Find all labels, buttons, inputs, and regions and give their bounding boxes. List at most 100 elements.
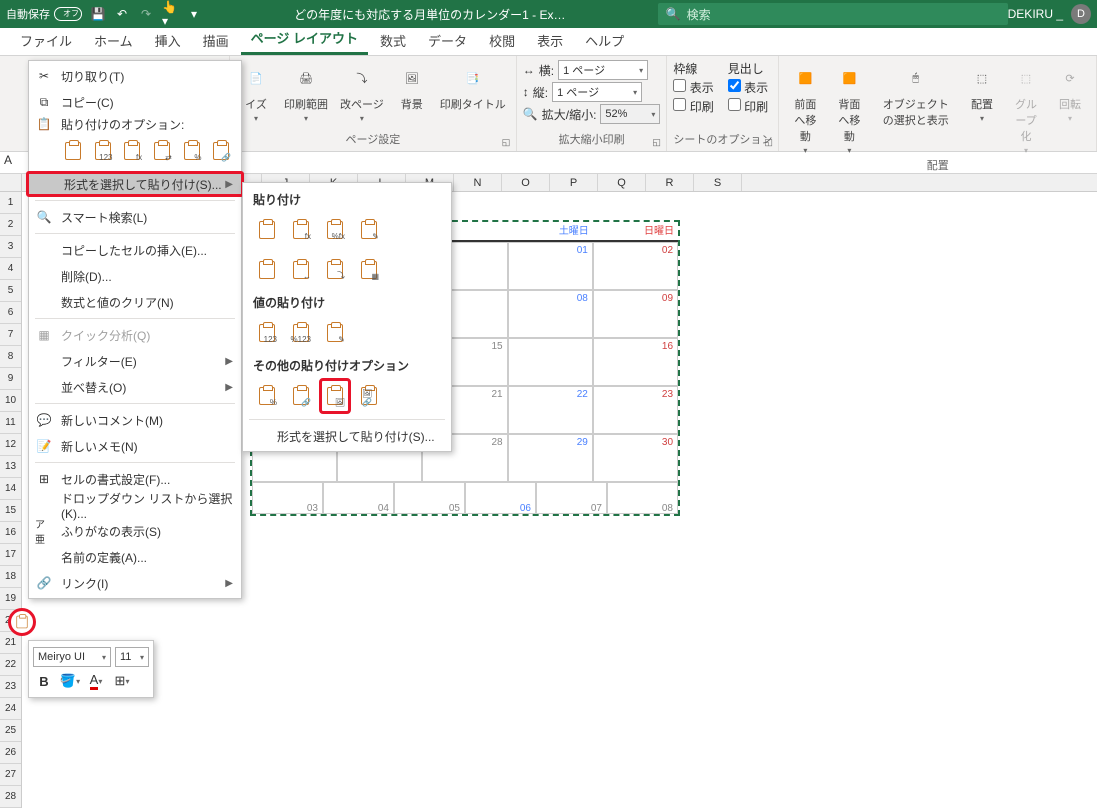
- paste-formatting-icon[interactable]: %: [180, 137, 204, 165]
- row-header[interactable]: 22: [0, 654, 21, 676]
- avatar[interactable]: D: [1071, 4, 1091, 24]
- size-button[interactable]: 📄イズ▾: [236, 60, 276, 131]
- paste-no-borders-icon[interactable]: [253, 254, 281, 286]
- paste-link-icon[interactable]: 🔗: [287, 380, 315, 412]
- paste-values-icon[interactable]: 123: [253, 317, 281, 349]
- row-header[interactable]: 23: [0, 676, 21, 698]
- calendar-cell[interactable]: [508, 338, 593, 386]
- new-comment-menuitem[interactable]: 💬新しいコメント(M): [29, 407, 241, 433]
- page-setup-launcher-icon[interactable]: ◱: [502, 137, 514, 149]
- tab-view[interactable]: 表示: [527, 25, 573, 55]
- calendar-cell[interactable]: 23: [593, 386, 678, 434]
- calendar-cell[interactable]: 16: [593, 338, 678, 386]
- furigana-menuitem[interactable]: ア亜ふりがなの表示(S): [29, 518, 241, 544]
- paste-all-icon[interactable]: [61, 137, 85, 165]
- tab-help[interactable]: ヘルプ: [575, 25, 634, 55]
- font-color-button[interactable]: A▾: [85, 670, 107, 692]
- gridlines-print-checkbox[interactable]: 印刷: [673, 98, 713, 115]
- row-header[interactable]: 28: [0, 786, 21, 808]
- touch-mode-icon[interactable]: 👆▾: [162, 6, 178, 22]
- bold-button[interactable]: B: [33, 670, 55, 692]
- row-headers[interactable]: 1234567891011121314151617181920212223242…: [0, 192, 22, 808]
- paste-merge-icon[interactable]: ▦: [355, 254, 383, 286]
- tab-file[interactable]: ファイル: [10, 25, 82, 55]
- calendar-cell[interactable]: 07: [536, 482, 607, 514]
- print-area-button[interactable]: 🖨印刷範囲▾: [280, 60, 332, 131]
- search-box[interactable]: 🔍 検索: [658, 3, 1008, 25]
- paste-special-dialog-menuitem[interactable]: 形式を選択して貼り付け(S)...: [243, 423, 451, 449]
- insert-copied-menuitem[interactable]: コピーしたセルの挿入(E)...: [29, 237, 241, 263]
- calendar-cell[interactable]: 22: [508, 386, 593, 434]
- paste-formulas-icon[interactable]: fx: [120, 137, 144, 165]
- send-backward-button[interactable]: 🟧背面へ移動▾: [829, 60, 869, 157]
- define-name-menuitem[interactable]: 名前の定義(A)...: [29, 544, 241, 570]
- row-header[interactable]: 8: [0, 346, 21, 368]
- font-size-combo[interactable]: 11▾: [115, 647, 149, 667]
- clear-menuitem[interactable]: 数式と値のクリア(N): [29, 289, 241, 315]
- tab-draw[interactable]: 描画: [193, 25, 239, 55]
- tab-data[interactable]: データ: [418, 25, 477, 55]
- calendar-cell[interactable]: 04: [323, 482, 394, 514]
- calendar-cell[interactable]: 09: [593, 290, 678, 338]
- paste-all-icon[interactable]: [253, 214, 281, 246]
- row-header[interactable]: 27: [0, 764, 21, 786]
- redo-icon[interactable]: ↷: [138, 6, 154, 22]
- breaks-button[interactable]: ⤵改ページ▾: [336, 60, 388, 131]
- paste-transpose-icon[interactable]: ⤵: [321, 254, 349, 286]
- row-header[interactable]: 1: [0, 192, 21, 214]
- paste-column-widths-icon[interactable]: ↔: [287, 254, 315, 286]
- row-header[interactable]: 25: [0, 720, 21, 742]
- row-header[interactable]: 9: [0, 368, 21, 390]
- row-header[interactable]: 17: [0, 544, 21, 566]
- save-icon[interactable]: 💾: [90, 6, 106, 22]
- page-height-combo[interactable]: 1 ページ▾: [552, 82, 642, 102]
- row-header[interactable]: 12: [0, 434, 21, 456]
- page-width-combo[interactable]: 1 ページ▾: [558, 60, 648, 80]
- toggle-switch[interactable]: オフ: [54, 7, 82, 21]
- background-button[interactable]: 🖼背景: [392, 60, 432, 131]
- fill-color-button[interactable]: 🪣▾: [59, 670, 81, 692]
- column-header[interactable]: Q: [598, 174, 646, 191]
- copy-menuitem[interactable]: ⧉コピー(C): [29, 89, 241, 115]
- row-header[interactable]: 26: [0, 742, 21, 764]
- paste-as-picture-icon[interactable]: 🖼: [321, 380, 349, 412]
- tab-home[interactable]: ホーム: [84, 25, 143, 55]
- bring-forward-button[interactable]: 🟧前面へ移動▾: [785, 60, 825, 157]
- headings-print-checkbox[interactable]: 印刷: [728, 98, 768, 115]
- row-header[interactable]: 19: [0, 588, 21, 610]
- paste-values-icon[interactable]: 123: [91, 137, 115, 165]
- gridlines-view-checkbox[interactable]: 表示: [673, 79, 713, 96]
- column-header[interactable]: P: [550, 174, 598, 191]
- filter-menuitem[interactable]: フィルター(E)▶: [29, 348, 241, 374]
- calendar-cell[interactable]: 02: [593, 242, 678, 290]
- row-header[interactable]: 11: [0, 412, 21, 434]
- tab-page-layout[interactable]: ページ レイアウト: [241, 22, 368, 55]
- tab-formulas[interactable]: 数式: [370, 25, 416, 55]
- row-header[interactable]: 4: [0, 258, 21, 280]
- font-family-combo[interactable]: Meiryo UI▾: [33, 647, 111, 667]
- column-header[interactable]: R: [646, 174, 694, 191]
- headings-view-checkbox[interactable]: 表示: [728, 79, 768, 96]
- align-button[interactable]: ⬚配置▾: [962, 60, 1002, 157]
- column-header[interactable]: N: [454, 174, 502, 191]
- paste-formulas-icon[interactable]: fx: [287, 214, 315, 246]
- smart-lookup-menuitem[interactable]: 🔍スマート検索(L): [29, 204, 241, 230]
- delete-menuitem[interactable]: 削除(D)...: [29, 263, 241, 289]
- column-header[interactable]: O: [502, 174, 550, 191]
- row-header[interactable]: 3: [0, 236, 21, 258]
- format-cells-menuitem[interactable]: ⊞セルの書式設定(F)...: [29, 466, 241, 492]
- paste-formatting-icon[interactable]: %: [253, 380, 281, 412]
- calendar-cell[interactable]: 05: [394, 482, 465, 514]
- paste-linked-picture-icon[interactable]: 🖼🔗: [355, 380, 383, 412]
- paste-formulas-numfmt-icon[interactable]: %fx: [321, 214, 349, 246]
- username[interactable]: DEKIRU _: [1008, 7, 1063, 21]
- sort-menuitem[interactable]: 並べ替え(O)▶: [29, 374, 241, 400]
- row-header[interactable]: 6: [0, 302, 21, 324]
- calendar-cell[interactable]: 06: [465, 482, 536, 514]
- column-header[interactable]: S: [694, 174, 742, 191]
- row-header[interactable]: 18: [0, 566, 21, 588]
- calendar-cell[interactable]: 30: [593, 434, 678, 482]
- undo-icon[interactable]: ↶: [114, 6, 130, 22]
- scale-launcher-icon[interactable]: ◱: [652, 137, 664, 149]
- row-header[interactable]: 24: [0, 698, 21, 720]
